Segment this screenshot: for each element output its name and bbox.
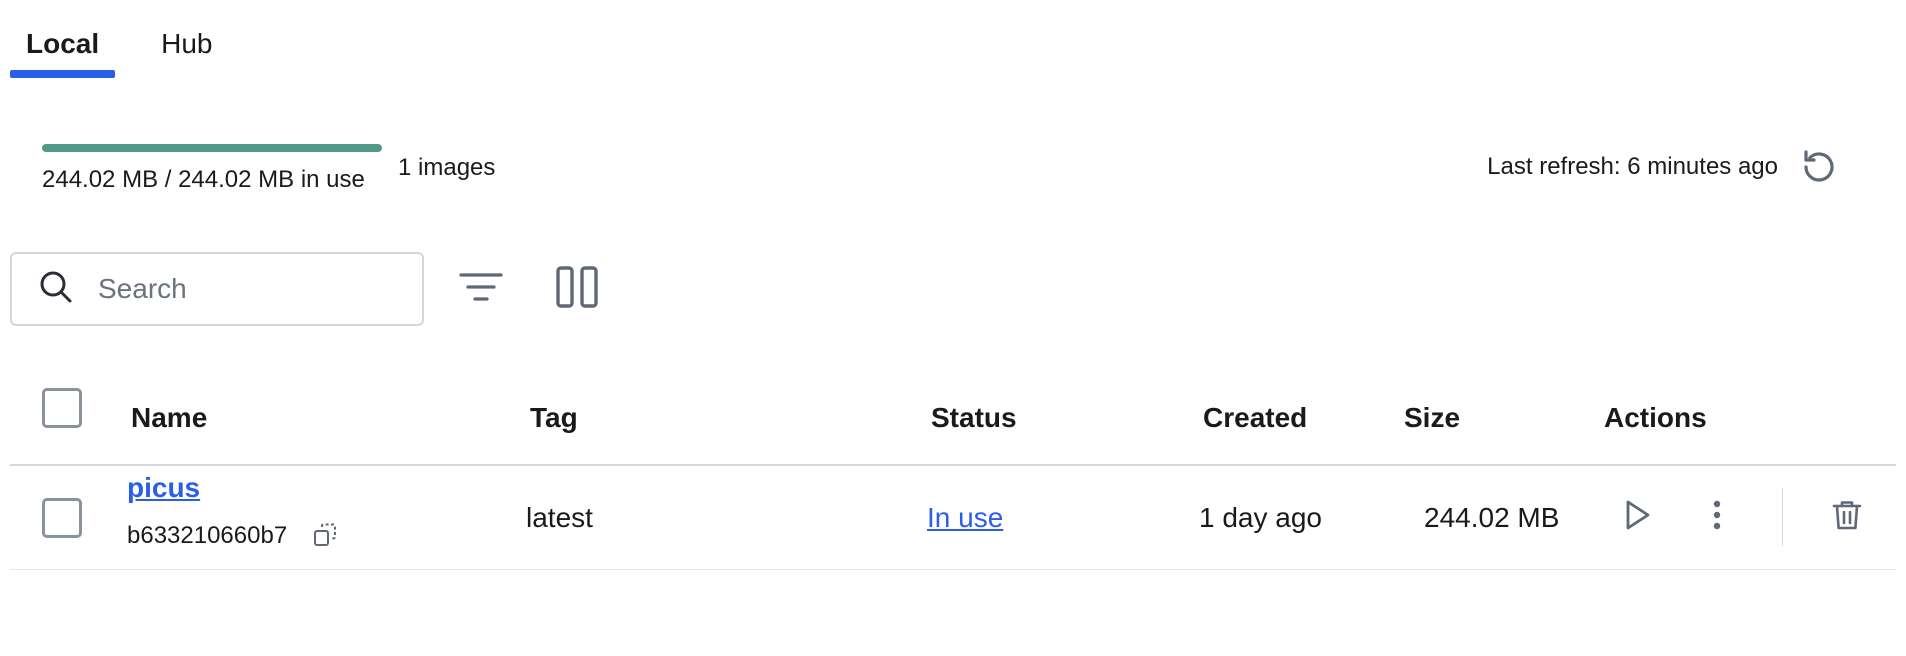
column-header-size[interactable]: Size	[1404, 402, 1460, 434]
table-header: Name Tag Status Created Size Actions	[10, 370, 1896, 466]
search-icon	[38, 269, 74, 310]
usage-bar-fill	[42, 144, 382, 152]
more-actions-button[interactable]	[1694, 494, 1740, 540]
copy-icon[interactable]	[310, 520, 340, 550]
status-link[interactable]: In use	[927, 502, 1003, 534]
more-vertical-icon	[1712, 499, 1722, 536]
images-table: Name Tag Status Created Size Actions pic…	[10, 370, 1896, 570]
search-input[interactable]	[98, 273, 398, 305]
size-value: 244.02 MB	[1424, 502, 1560, 533]
disk-usage: 244.02 MB / 244.02 MB in use	[42, 144, 382, 194]
column-header-created[interactable]: Created	[1203, 402, 1307, 434]
action-divider	[1782, 488, 1783, 546]
search-box	[10, 252, 424, 326]
tab-bar: Local Hub	[10, 22, 229, 78]
trash-icon	[1832, 499, 1862, 536]
image-id: b633210660b7	[127, 522, 288, 549]
created-value: 1 day ago	[1199, 502, 1322, 533]
delete-button[interactable]	[1824, 494, 1870, 540]
row-checkbox[interactable]	[42, 498, 82, 538]
column-header-status[interactable]: Status	[931, 402, 1017, 434]
column-header-name[interactable]: Name	[131, 402, 207, 434]
last-refresh-text: Last refresh: 6 minutes ago	[1487, 153, 1778, 180]
filter-button[interactable]	[456, 264, 506, 314]
usage-bar	[42, 144, 382, 152]
columns-button[interactable]	[552, 264, 602, 314]
refresh-icon[interactable]	[1796, 144, 1842, 190]
image-tag: latest	[526, 502, 593, 533]
tab-hub[interactable]: Hub	[145, 22, 228, 78]
table-row: picus b633210660b7 latest In use 1 day a…	[10, 466, 1896, 570]
play-icon	[1622, 499, 1652, 536]
image-name-link[interactable]: picus	[127, 472, 200, 504]
column-header-tag[interactable]: Tag	[530, 402, 578, 434]
image-count: 1 images	[398, 154, 496, 181]
usage-text: 244.02 MB / 244.02 MB in use	[42, 166, 365, 193]
refresh-area: Last refresh: 6 minutes ago	[1487, 144, 1842, 190]
columns-icon	[555, 265, 599, 314]
run-button[interactable]	[1614, 494, 1660, 540]
tab-local[interactable]: Local	[10, 22, 116, 78]
column-header-actions: Actions	[1604, 402, 1707, 433]
select-all-checkbox[interactable]	[42, 388, 82, 428]
filter-icon	[459, 271, 503, 308]
